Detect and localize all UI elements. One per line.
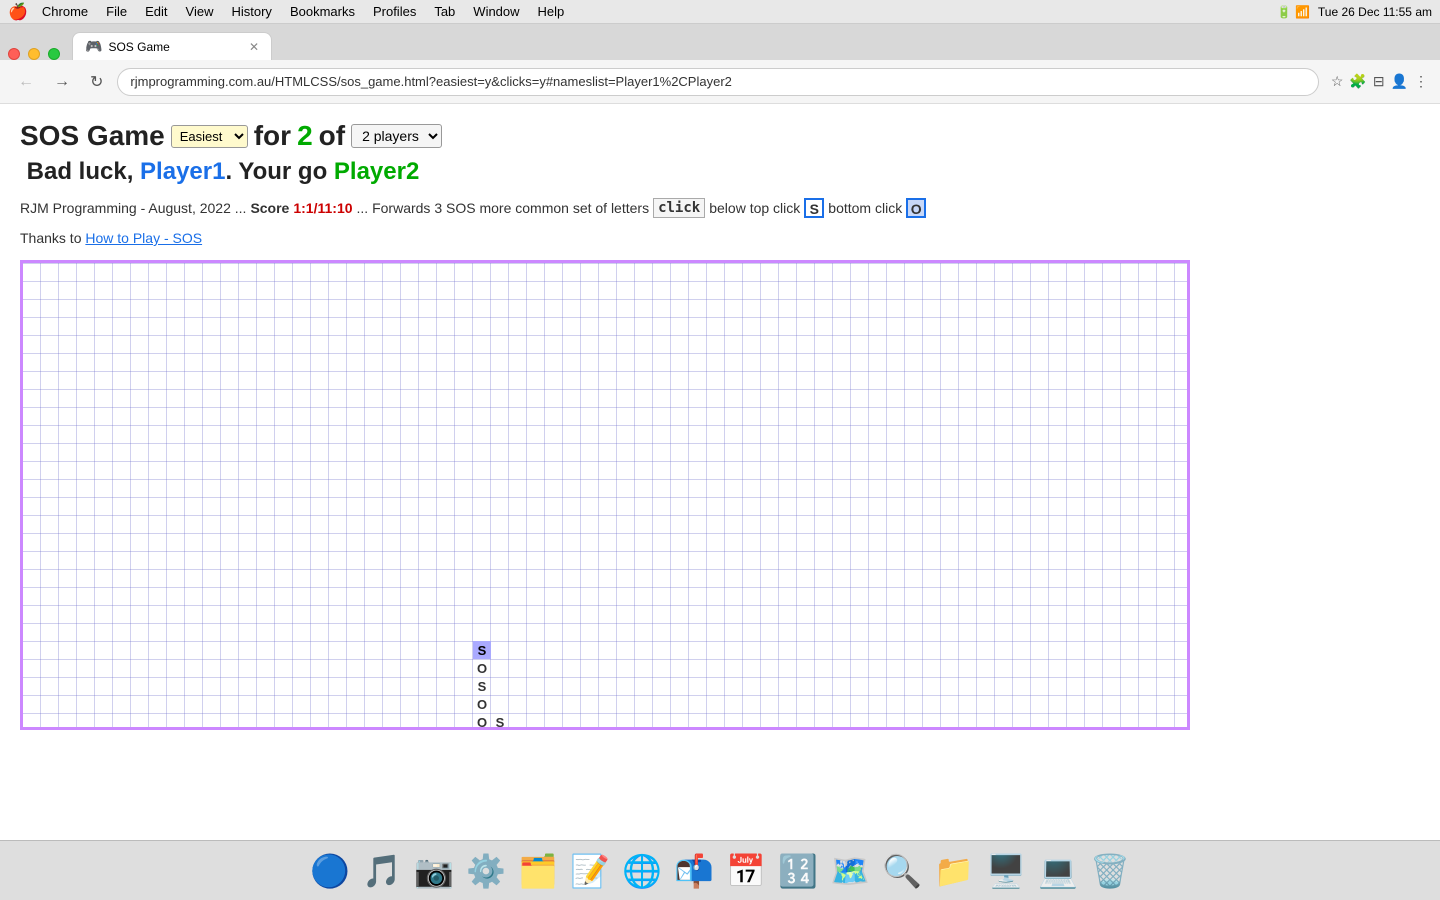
menu-icon[interactable]: ⋮ — [1414, 73, 1428, 90]
for-text: for — [254, 120, 291, 152]
back-button[interactable]: ← — [12, 69, 40, 95]
traffic-lights — [8, 48, 60, 60]
clock: Tue 26 Dec 11:55 am — [1318, 5, 1432, 19]
howtoplay-prefix: Thanks to — [20, 230, 81, 246]
menubar-edit[interactable]: Edit — [137, 2, 175, 21]
profile-icon[interactable]: 👤 — [1391, 73, 1408, 90]
apple-menu[interactable]: 🍎 — [8, 2, 28, 22]
dock-icon-search[interactable]: 🔍 — [878, 847, 926, 895]
menubar-right: 🔋 📶 Tue 26 Dec 11:55 am — [1277, 5, 1432, 19]
of-text: of — [319, 120, 345, 152]
dock-icon-calendar[interactable]: 📅 — [722, 847, 770, 895]
dock-icon-settings[interactable]: ⚙️ — [462, 847, 510, 895]
dock-icon-photos[interactable]: 📷 — [410, 847, 458, 895]
grid-letters[interactable]: SOSOOSSOSOSSOSSSSSSS — [23, 263, 1187, 727]
fullscreen-window-btn[interactable] — [48, 48, 60, 60]
refresh-button[interactable]: ↻ — [84, 68, 109, 96]
dock-icon-calculator[interactable]: 🔢 — [774, 847, 822, 895]
howtoplay-line: Thanks to How to Play - SOS — [20, 230, 1420, 246]
difficulty-dropdown[interactable]: Easiest Easy Medium Hard — [171, 125, 248, 148]
close-window-btn[interactable] — [8, 48, 20, 60]
tab-title: SOS Game — [108, 40, 243, 54]
bookmark-icon[interactable]: ☆ — [1331, 73, 1344, 90]
dock: 🔵 🎵 📷 ⚙️ 🗂️ 📝 🌐 📬 📅 🔢 🗺️ 🔍 📁 🖥️ 💻 🗑️ — [0, 840, 1440, 900]
minimize-window-btn[interactable] — [28, 48, 40, 60]
menubar-bookmarks[interactable]: Bookmarks — [282, 2, 363, 21]
bad-luck-text: Bad luck, — [27, 158, 134, 185]
grid-letter-o[interactable]: O — [473, 695, 491, 713]
address-icons: ☆ 🧩 ⊟ 👤 ⋮ — [1331, 73, 1428, 90]
score-value: 1:1/11:10 — [293, 200, 352, 216]
dock-icon-notes[interactable]: 📝 — [566, 847, 614, 895]
menubar-view[interactable]: View — [178, 2, 222, 21]
letter-s-button[interactable]: S — [804, 198, 824, 218]
game-title: SOS Game Easiest Easy Medium Hard for 2 … — [20, 120, 1420, 152]
dock-icon-safari[interactable]: 🌐 — [618, 847, 666, 895]
player1-name: Player1 — [140, 158, 225, 185]
num-players: 2 — [297, 120, 313, 152]
dock-icon-mail[interactable]: 📬 — [670, 847, 718, 895]
bad-luck-line: Bad luck, Player1. Your go Player2 — [20, 158, 1420, 186]
forward-button[interactable]: → — [48, 69, 76, 95]
active-tab[interactable]: 🎮 SOS Game ✕ — [72, 32, 272, 60]
addressbar: ← → ↻ rjmprogramming.com.au/HTMLCSS/sos_… — [0, 60, 1440, 104]
dock-icon-finder[interactable]: 🔵 — [306, 847, 354, 895]
dock-icon-files[interactable]: 🗂️ — [514, 847, 562, 895]
split-view-icon[interactable]: ⊟ — [1373, 73, 1385, 90]
extensions-icon[interactable]: 🧩 — [1349, 73, 1366, 90]
dock-icon-maps[interactable]: 🗺️ — [826, 847, 874, 895]
menubar-chrome[interactable]: Chrome — [34, 2, 96, 21]
page-content: SOS Game Easiest Easy Medium Hard for 2 … — [0, 104, 1440, 840]
menubar-history[interactable]: History — [223, 2, 279, 21]
player2-name: Player2 — [334, 158, 419, 185]
title-sos-game: SOS Game — [20, 120, 165, 152]
menubar: 🍎 Chrome File Edit View History Bookmark… — [0, 0, 1440, 24]
game-grid-container: SOSOOSSOSOSSOSSSSSSS — [20, 260, 1190, 730]
grid-letter-s[interactable]: S — [491, 713, 509, 730]
letter-o-button[interactable]: O — [906, 198, 926, 218]
system-icons: 🔋 📶 — [1277, 5, 1310, 19]
grid-letter-s[interactable]: S — [473, 641, 491, 659]
tabbar: 🎮 SOS Game ✕ — [0, 24, 1440, 60]
howtoplay-link[interactable]: How to Play - SOS — [85, 230, 202, 246]
grid-letter-o[interactable]: O — [473, 713, 491, 730]
address-bar[interactable]: rjmprogramming.com.au/HTMLCSS/sos_game.h… — [117, 68, 1318, 96]
dock-icon-folder[interactable]: 📁 — [930, 847, 978, 895]
your-go-text: Your go — [238, 158, 327, 185]
grid-letter-o[interactable]: O — [473, 659, 491, 677]
menubar-file[interactable]: File — [98, 2, 135, 21]
dock-icon-laptop[interactable]: 💻 — [1034, 847, 1082, 895]
period: . — [225, 158, 232, 185]
players-dropdown[interactable]: 2 players 3 players 4 players — [351, 124, 442, 148]
dock-icon-monitor[interactable]: 🖥️ — [982, 847, 1030, 895]
menubar-help[interactable]: Help — [530, 2, 573, 21]
grid-letter-s[interactable]: S — [473, 677, 491, 695]
tab-favicon-icon: 🎮 — [85, 38, 102, 55]
below-text: below top click — [709, 200, 800, 216]
menubar-profiles[interactable]: Profiles — [365, 2, 424, 21]
bottom-click-text: bottom click — [828, 200, 902, 216]
info-mid: ... Forwards 3 SOS more common set of le… — [357, 200, 650, 216]
menubar-tab[interactable]: Tab — [426, 2, 463, 21]
menubar-window[interactable]: Window — [465, 2, 527, 21]
click-label: click — [653, 198, 705, 218]
info-line: RJM Programming - August, 2022 ... Score… — [20, 198, 1420, 218]
score-label: Score — [250, 200, 289, 216]
dock-icon-trash[interactable]: 🗑️ — [1086, 847, 1134, 895]
url-text: rjmprogramming.com.au/HTMLCSS/sos_game.h… — [130, 74, 731, 89]
tab-close-icon[interactable]: ✕ — [249, 40, 259, 54]
info-prefix: RJM Programming - August, 2022 ... — [20, 200, 246, 216]
dock-icon-music[interactable]: 🎵 — [358, 847, 406, 895]
